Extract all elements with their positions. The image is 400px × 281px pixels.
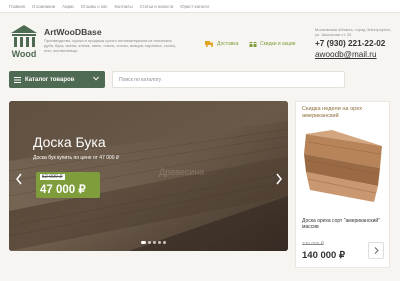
weekly-discount-card[interactable]: Скидка недели на орех американский Доска… [295,101,390,268]
nav-home[interactable]: Главная [9,4,25,9]
slider-dot[interactable] [158,241,161,244]
top-navigation: Главная О компании Акции Отзывы о нас Ко… [0,0,400,13]
logo-column-2 [20,37,23,47]
nav-reviews[interactable]: Отзывы о нас [81,4,108,9]
card-product-name[interactable]: Доска ореха сорт "американский" массив [302,218,387,230]
brand-description: Производство, сушка и продажа сухого пил… [44,38,177,53]
gift-icon [249,40,257,47]
chevron-down-icon [93,76,99,81]
wood-logo[interactable]: Wood [9,24,39,58]
discounts-link[interactable]: Скидки и акции [249,40,295,47]
slider-dots [141,241,166,244]
logo-column-4 [32,37,35,47]
card-open-button[interactable] [368,242,384,259]
slide-title: Доска Бука [33,134,106,150]
slider-dot[interactable] [163,241,166,244]
logo-column-1 [14,37,17,47]
truck-icon [205,41,213,47]
slide-new-price: 47 000 ₽ [40,184,86,196]
nav-legal[interactable]: Юрист-каталог [180,4,209,9]
slide-watermark: Древесина [159,167,205,177]
slider-dot[interactable] [153,241,156,244]
email-link[interactable]: awoodb@mail.ru [315,50,377,59]
search-input[interactable]: Поиск по каталогу [112,71,345,88]
nav-contacts[interactable]: Контакты [115,4,133,9]
catalog-label: Каталог товаров [25,76,75,83]
phone-number[interactable]: +7 (930) 221-22-02 [315,39,385,48]
address: Московская область, город Электроугли, у… [315,27,391,37]
slide-old-price: 52 000 ₽ [40,174,65,180]
slide-price-box: 52 000 ₽ 47 000 ₽ [36,172,100,198]
brand-name: ArtWooDBase [44,27,102,37]
logo-beam [12,34,36,36]
slider-dot[interactable] [141,241,146,244]
chevron-left-icon[interactable] [15,173,23,185]
slider-dot[interactable] [148,241,151,244]
slide-subtitle: Доска бук купить по цене от 47 000 ₽ [33,155,120,161]
card-heading: Скидка недели на орех американский [302,106,363,119]
logo-column-3 [26,37,29,47]
walnut-board-image [302,124,386,210]
logo-roof [11,25,37,33]
delivery-link[interactable]: Доставка [205,40,238,47]
hero-slider[interactable]: Доска Бука Доска бук купить по цене от 4… [9,101,288,251]
catalog-button[interactable]: Каталог товаров [9,71,105,88]
card-new-price: 140 000 ₽ [302,250,346,261]
nav-articles[interactable]: Статьи и новости [140,4,174,9]
delivery-label: Доставка [217,40,239,47]
card-old-price: 230 000 ₽ [302,242,324,247]
chevron-right-icon [374,247,379,254]
nav-about[interactable]: О компании [32,4,55,9]
nav-promos[interactable]: Акции [62,4,74,9]
menu-icon [14,76,21,83]
logo-text: Wood [12,49,37,58]
chevron-right-icon[interactable] [275,173,283,185]
discounts-label: Скидки и акции [260,40,296,47]
